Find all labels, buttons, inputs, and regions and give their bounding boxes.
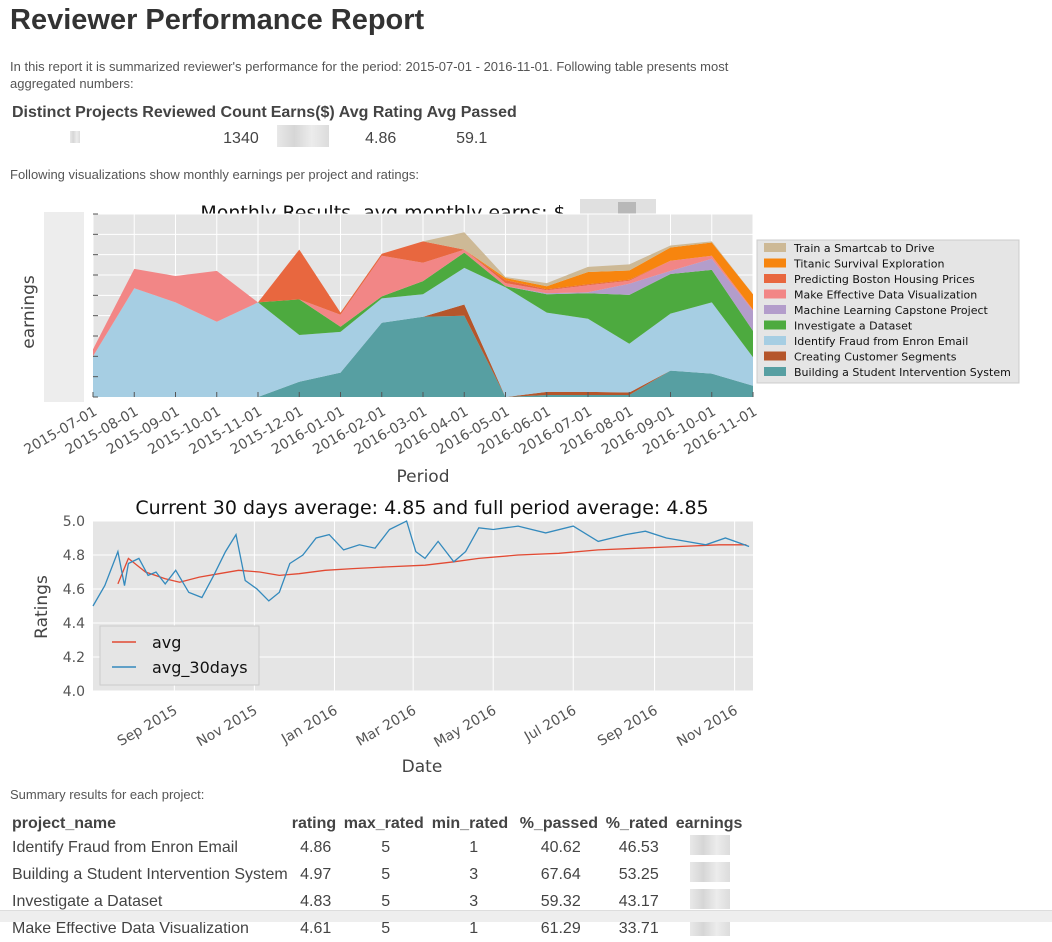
report-intro: In this report it is summarized reviewer…	[10, 59, 729, 91]
aggregate-header: Earns($)	[270, 104, 335, 121]
monthly-legend: Train a Smartcab to Drive Titanic Surviva…	[756, 239, 1020, 384]
table-cell: 4.86	[300, 838, 332, 856]
table-cell: 46.53	[618, 838, 659, 856]
y-tick-label: 4.6	[63, 582, 85, 598]
earnings-cell	[674, 834, 745, 861]
reviewed-count-value: 1340	[223, 129, 259, 147]
projects-table-body: Identify Fraud from Enron Email 4.86 5 1 40.…	[10, 834, 744, 942]
table-cell: 53.25	[618, 865, 659, 883]
y-tick-label: 4.0	[63, 684, 85, 700]
aggregate-values-row: 1340 4.86 59.1	[10, 123, 519, 154]
y-tick-label: 4.8	[63, 548, 85, 564]
distinct-projects-value	[10, 123, 140, 154]
y-tick-label: 5.0	[63, 514, 85, 530]
redacted-value	[689, 889, 730, 909]
aggregate-header: Avg Rating	[338, 104, 423, 121]
legend-swatch	[764, 336, 786, 345]
x-tick-label: Jan 2016	[278, 703, 340, 748]
monthly-earnings-chart: Monthly Results, avg monthly earns: $ 20…	[19, 199, 1020, 487]
column-header: max_rated	[343, 815, 424, 832]
table-cell: 40.62	[540, 838, 581, 856]
monthly-x-label: Period	[396, 467, 449, 487]
legend-swatch	[764, 305, 786, 314]
legend-label: Creating Customer Segments	[794, 351, 957, 364]
column-header: %_passed	[519, 815, 598, 832]
ratings-y-label: Ratings	[32, 575, 52, 639]
redacted-value	[276, 125, 329, 147]
table-row: Building a Student Intervention System 4.…	[10, 861, 744, 888]
aggregate-header: Reviewed Count	[142, 104, 267, 121]
viz-intro: Following visualizations show monthly ea…	[10, 167, 419, 182]
table-cell: 5	[381, 838, 391, 856]
legend-swatch	[764, 274, 786, 283]
table-cell: 1	[469, 838, 479, 856]
projects-header-row: project_name rating max_rated min_rated …	[10, 814, 744, 834]
x-tick-label: May 2016	[431, 703, 499, 751]
aggregate-header: Avg Passed	[426, 104, 517, 121]
legend-swatch	[764, 243, 786, 252]
x-tick-label: Jul 2016	[521, 703, 579, 746]
column-header: project_name	[12, 815, 117, 832]
summary-intro: Summary results for each project:	[10, 787, 205, 802]
y-tick-label: 4.2	[63, 650, 85, 666]
ratings-x-label: Date	[402, 757, 443, 777]
legend-swatch	[764, 367, 786, 376]
legend-swatch	[764, 258, 786, 268]
column-header: min_rated	[431, 815, 509, 832]
page-bottom-scrollbar[interactable]	[0, 910, 1052, 922]
projects-table: project_name rating max_rated min_rated …	[10, 814, 744, 942]
aggregate-header-row: Distinct Projects Reviewed Count Earns($…	[10, 103, 519, 123]
ratings-chart-title: Current 30 days average: 4.85 and full p…	[135, 497, 708, 519]
legend-label: Titanic Survival Exploration	[793, 258, 944, 271]
redacted-value	[70, 130, 81, 143]
report-title: Reviewer Performance Report	[10, 4, 425, 36]
legend-swatch	[764, 320, 786, 330]
column-header: earnings	[675, 815, 743, 832]
redacted-value	[689, 835, 730, 855]
monthly-y-label: earnings	[19, 275, 39, 349]
legend-label: Identify Fraud from Enron Email	[794, 335, 968, 348]
aggregate-header: Distinct Projects	[12, 104, 139, 121]
table-row: Identify Fraud from Enron Email 4.86 5 1 40.…	[10, 834, 744, 861]
project-name-cell: Identify Fraud from Enron Email	[12, 838, 238, 856]
x-tick-label: Nov 2015	[194, 703, 260, 751]
redacted-value	[689, 862, 730, 882]
legend-label: Train a Smartcab to Drive	[793, 242, 935, 255]
legend-label: Investigate a Dataset	[794, 320, 913, 333]
legend-label: Building a Student Intervention System	[794, 366, 1011, 379]
legend-label: avg_30days	[152, 658, 248, 678]
table-cell: 3	[469, 865, 479, 883]
x-tick-label: Sep 2015	[115, 703, 181, 750]
redacted-y-tick-labels	[44, 212, 84, 402]
earnings-cell	[674, 861, 745, 888]
avg-passed-value: 59.1	[456, 129, 488, 147]
column-header: %_rated	[605, 815, 668, 832]
y-tick-label: 4.4	[63, 616, 85, 632]
x-tick-label: Mar 2016	[354, 703, 420, 750]
table-cell: 67.64	[540, 865, 581, 883]
legend-label: Make Effective Data Visualization	[794, 289, 977, 302]
aggregate-table: Distinct Projects Reviewed Count Earns($…	[10, 103, 519, 154]
ratings-chart: Current 30 days average: 4.85 and full p…	[32, 497, 753, 777]
legend-swatch	[764, 351, 786, 361]
earnings-value	[269, 123, 337, 154]
column-header: rating	[291, 815, 337, 832]
x-tick-label: Nov 2016	[674, 703, 740, 751]
table-cell: 5	[381, 865, 391, 883]
avg-rating-value: 4.86	[365, 129, 397, 147]
project-name-cell: Building a Student Intervention System	[12, 865, 288, 883]
x-tick-label: Sep 2016	[595, 703, 661, 750]
table-cell: 4.97	[300, 865, 332, 883]
monthly-plot-area: 2015-07-012015-08-012015-09-012015-10-01…	[22, 213, 760, 458]
legend-label: Machine Learning Capstone Project	[794, 304, 989, 317]
ratings-plot-area: 4.0 4.2 4.4 4.6 4.8 5.0 Sep 2015 Nov 2015 Jan 20…	[63, 514, 753, 751]
legend-swatch	[764, 289, 786, 299]
legend-label: Predicting Boston Housing Prices	[794, 273, 975, 286]
legend-label: avg	[152, 633, 181, 652]
